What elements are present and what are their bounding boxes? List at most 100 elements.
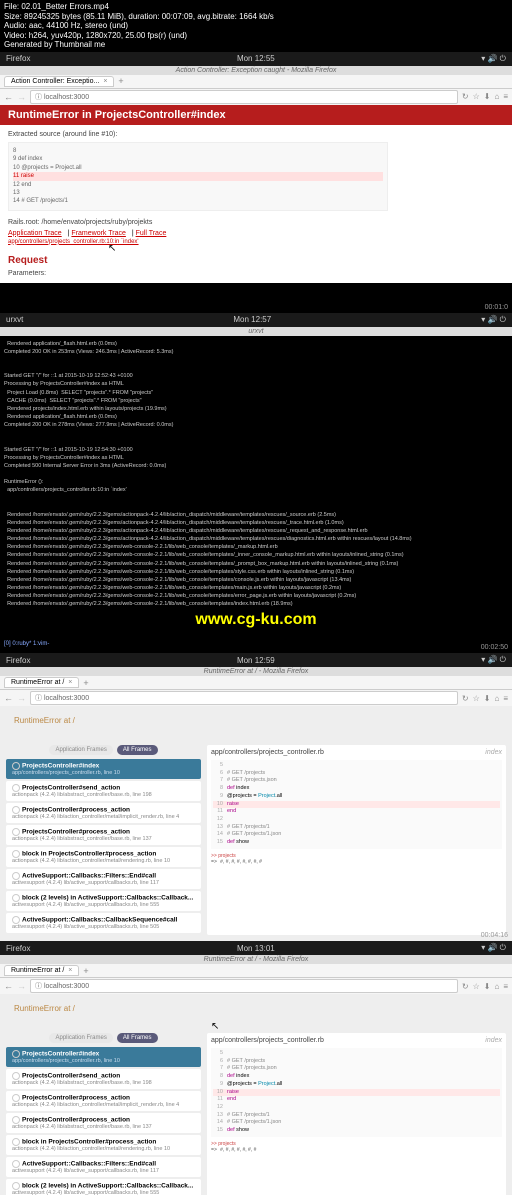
active-app[interactable]: Firefox <box>6 656 30 665</box>
frame-title: block in ProjectsController#process_acti… <box>22 1139 156 1146</box>
frame-location: activesupport (4.2.4) lib/active_support… <box>12 1168 195 1174</box>
clock[interactable]: Mon 12:55 <box>237 54 275 63</box>
browser-tab[interactable]: Action Controller: Exceptio... × <box>4 76 114 87</box>
reload-icon[interactable]: ↻ <box>462 694 469 703</box>
stack-frame[interactable]: block in ProjectsController#process_acti… <box>6 1135 201 1155</box>
stack-frame[interactable]: ProjectsController#indexapp/controllers/… <box>6 759 201 779</box>
clock[interactable]: Mon 12:59 <box>237 656 275 665</box>
frame-filter-tab[interactable]: Application Frames <box>49 1033 112 1043</box>
frame-title: ProjectsController#process_action <box>22 829 130 836</box>
active-app[interactable]: Firefox <box>6 54 30 63</box>
frame-location: actionpack (4.2.4) lib/abstract_controll… <box>12 792 195 798</box>
frame-location: actionpack (4.2.4) lib/action_controller… <box>12 814 195 820</box>
gnome-topbar: urxvt Mon 12:57 ▾ 🔊 ⏻ <box>0 313 512 327</box>
reload-icon[interactable]: ↻ <box>462 92 469 101</box>
frame-title: ProjectsController#process_action <box>22 1117 130 1124</box>
clock[interactable]: Mon 13:01 <box>237 944 275 953</box>
frame-filter-tab[interactable]: All Frames <box>117 745 158 755</box>
forward-icon[interactable]: → <box>17 981 26 991</box>
frame-icon <box>12 1116 20 1124</box>
meta-file: File: 02.01_Better Errors.mp4 <box>4 2 508 12</box>
frame-location: activesupport (4.2.4) lib/active_support… <box>12 902 195 908</box>
repl-output[interactable]: >> projects=> #, #, #, #, #, #, #, # <box>211 853 502 866</box>
tab-label: RuntimeError at / <box>11 967 64 974</box>
trace-tab[interactable]: Full Trace <box>136 230 167 237</box>
new-tab-button[interactable]: + <box>118 76 123 86</box>
system-tray[interactable]: ▾ 🔊 ⏻ <box>481 54 506 64</box>
browser-tab[interactable]: RuntimeError at / × <box>4 965 79 976</box>
frame-icon <box>12 1138 20 1146</box>
stack-frame[interactable]: block (2 levels) in ActiveSupport::Callb… <box>6 891 201 911</box>
stack-frame[interactable]: ActiveSupport::Callbacks::Filters::End#c… <box>6 869 201 889</box>
system-tray[interactable]: ▾ 🔊 ⏻ <box>481 943 506 953</box>
frame-filter-tab[interactable]: Application Frames <box>49 745 112 755</box>
bookmark-icon[interactable]: ☆ <box>473 982 480 991</box>
method-name: index <box>485 749 502 756</box>
stack-frame[interactable]: block (2 levels) in ActiveSupport::Callb… <box>6 1179 201 1195</box>
stack-frame[interactable]: ProjectsController#process_actionactionp… <box>6 803 201 823</box>
better-errors-page: RuntimeError at / ↖ <box>0 994 512 1027</box>
frame-filter-tab[interactable]: All Frames <box>117 1033 158 1043</box>
cursor-icon: ↖ <box>211 1021 219 1032</box>
active-app[interactable]: urxvt <box>6 315 23 324</box>
stack-frame[interactable]: ProjectsController#process_actionactionp… <box>6 1113 201 1133</box>
source-code: 8 9 def index 10 @projects = Project.all… <box>8 142 388 211</box>
stack-frame[interactable]: ProjectsController#process_actionactionp… <box>6 1091 201 1111</box>
stack-frame[interactable]: ProjectsController#send_actionactionpack… <box>6 1069 201 1089</box>
frame-icon <box>12 1160 20 1168</box>
menu-icon[interactable]: ≡ <box>503 982 508 991</box>
back-icon[interactable]: ← <box>4 92 13 102</box>
frame-icon <box>12 916 20 924</box>
stack-frame[interactable]: ProjectsController#send_actionactionpack… <box>6 781 201 801</box>
forward-icon[interactable]: → <box>17 92 26 102</box>
reload-icon[interactable]: ↻ <box>462 982 469 991</box>
trace-line[interactable]: app/controllers/projects_controller.rb:1… <box>8 239 504 245</box>
back-icon[interactable]: ← <box>4 981 13 991</box>
frame-icon <box>12 1072 20 1080</box>
stack-frame[interactable]: ProjectsController#process_actionactionp… <box>6 825 201 845</box>
url-input[interactable]: ⓘ localhost:3000 <box>30 979 458 993</box>
stack-frame[interactable]: ActiveSupport::Callbacks::CallbackSequen… <box>6 913 201 933</box>
active-app[interactable]: Firefox <box>6 944 30 953</box>
close-icon[interactable]: × <box>68 967 72 974</box>
browser-tab[interactable]: RuntimeError at / × <box>4 677 79 688</box>
frame-icon <box>12 1094 20 1102</box>
stack-frame[interactable]: block in ProjectsController#process_acti… <box>6 847 201 867</box>
back-icon[interactable]: ← <box>4 693 13 703</box>
system-tray[interactable]: ▾ 🔊 ⏻ <box>481 315 506 325</box>
repl-output[interactable]: >> projects=> #, #, #, #, #, #, # <box>211 1141 502 1154</box>
menu-icon[interactable]: ≡ <box>503 694 508 703</box>
download-icon[interactable]: ⬇ <box>484 694 491 703</box>
stack-frame[interactable]: ProjectsController#indexapp/controllers/… <box>6 1047 201 1067</box>
menu-icon[interactable]: ≡ <box>503 92 508 101</box>
bookmark-icon[interactable]: ☆ <box>473 92 480 101</box>
gnome-topbar: Firefox Mon 13:01 ▾ 🔊 ⏻ <box>0 941 512 955</box>
home-icon[interactable]: ⌂ <box>494 982 499 991</box>
frame-title: ProjectsController#process_action <box>22 1095 130 1102</box>
bookmark-icon[interactable]: ☆ <box>473 694 480 703</box>
clock[interactable]: Mon 12:57 <box>233 315 271 324</box>
home-icon[interactable]: ⌂ <box>494 92 499 101</box>
request-heading: Request <box>8 255 504 266</box>
url-input[interactable]: ⓘ localhost:3000 <box>30 90 458 104</box>
download-icon[interactable]: ⬇ <box>484 982 491 991</box>
frame-icon <box>12 828 20 836</box>
forward-icon[interactable]: → <box>17 693 26 703</box>
stack-frame[interactable]: ActiveSupport::Callbacks::Filters::End#c… <box>6 1157 201 1177</box>
download-icon[interactable]: ⬇ <box>484 92 491 101</box>
rails-error-page: RuntimeError in ProjectsController#index… <box>0 105 512 283</box>
close-icon[interactable]: × <box>103 78 107 85</box>
url-input[interactable]: ⓘ localhost:3000 <box>30 691 458 705</box>
system-tray[interactable]: ▾ 🔊 ⏻ <box>481 655 506 665</box>
terminal-output[interactable]: Rendered application/_flash.html.erb (0.… <box>0 336 512 653</box>
close-icon[interactable]: × <box>68 679 72 686</box>
rails-root: Rails.root: /home/envato/projects/ruby/p… <box>8 219 504 226</box>
trace-tab[interactable]: Framework Trace <box>71 230 125 237</box>
frame-location: actionpack (4.2.4) lib/action_controller… <box>12 1102 195 1108</box>
new-tab-button[interactable]: + <box>83 678 88 688</box>
file-path: app/controllers/projects_controller.rb <box>211 1037 324 1044</box>
frame-location: actionpack (4.2.4) lib/abstract_controll… <box>12 836 195 842</box>
home-icon[interactable]: ⌂ <box>494 694 499 703</box>
new-tab-button[interactable]: + <box>83 966 88 976</box>
trace-tab[interactable]: Application Trace <box>8 230 62 237</box>
